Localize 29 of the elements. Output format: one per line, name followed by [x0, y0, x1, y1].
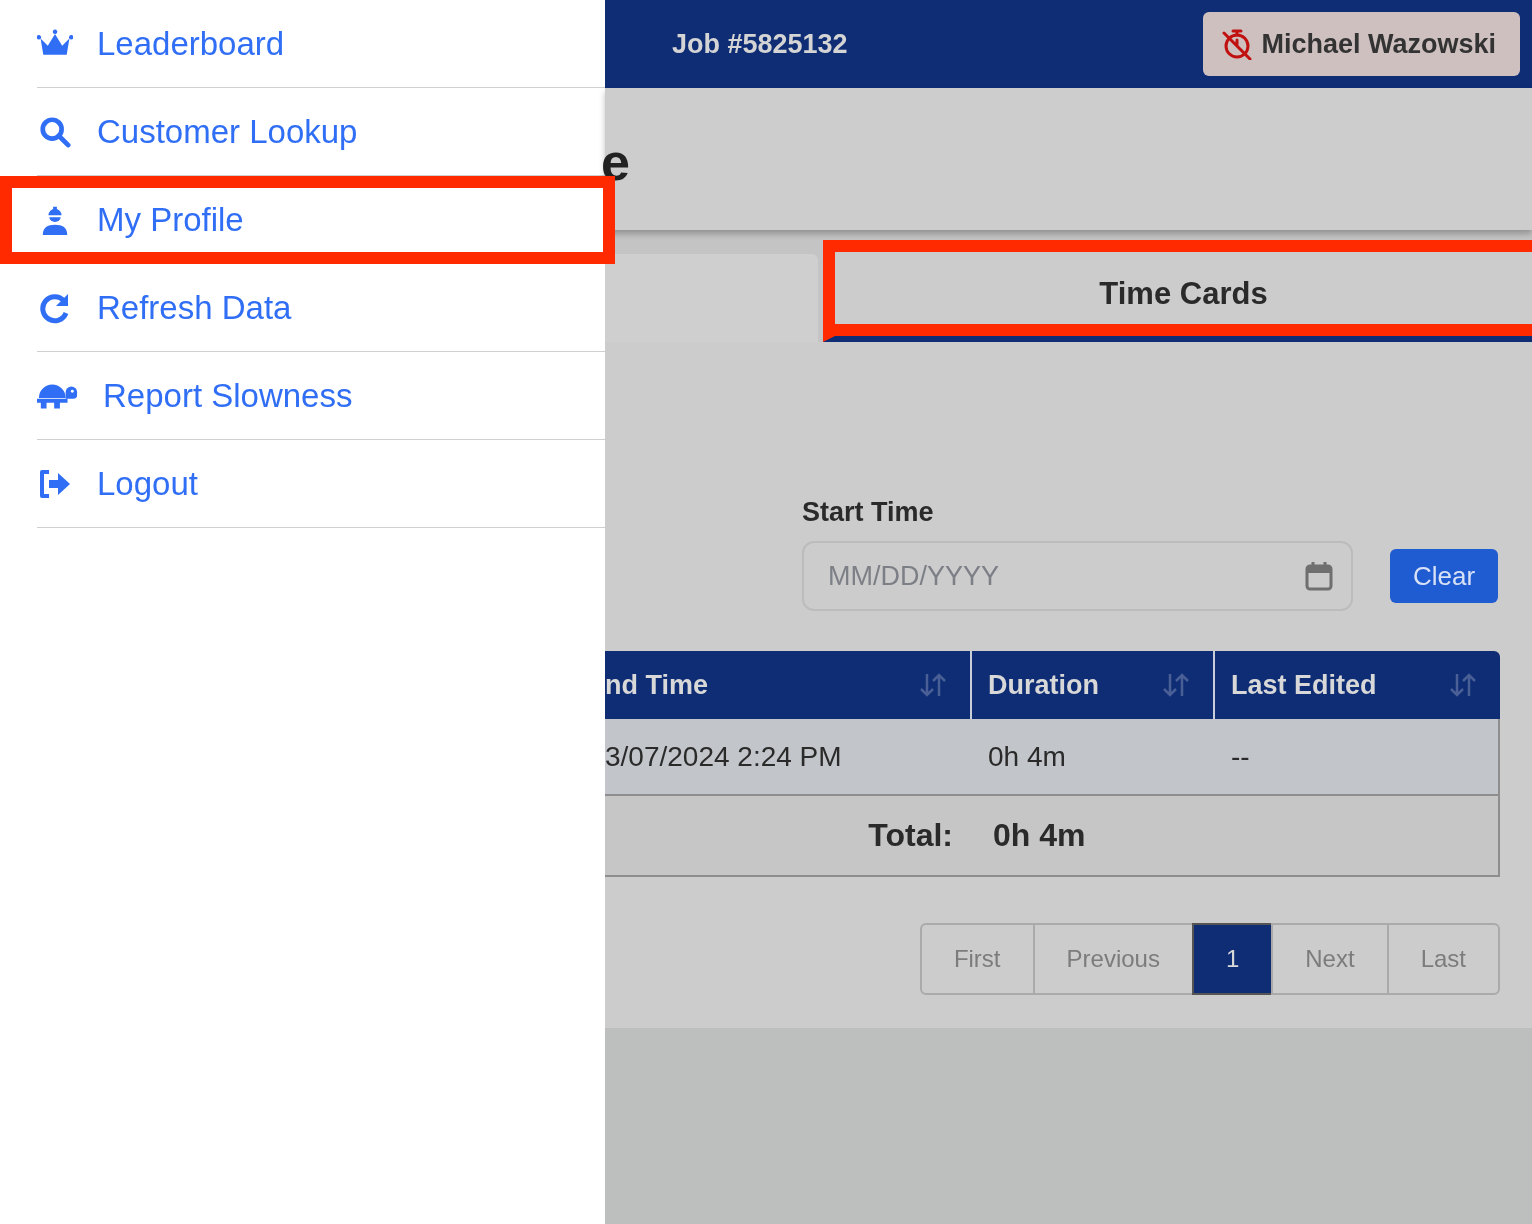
menu-item[interactable]: Leaderboard	[37, 0, 605, 88]
stopwatch-slash-icon	[1221, 28, 1254, 60]
menu-item[interactable]: Refresh Data	[37, 264, 605, 352]
total-label: Total:	[867, 817, 953, 854]
table-cell-text: 0h 4m	[987, 740, 1067, 773]
menu-item[interactable]: Report Slowness	[37, 352, 605, 440]
page-button[interactable]: First	[919, 923, 1035, 995]
table-cell-text: 3/07/2024 2:24 PM	[605, 740, 843, 773]
table-cell-text: --	[1230, 740, 1251, 773]
tab[interactable]	[605, 254, 818, 342]
search-icon	[37, 115, 73, 148]
page-button[interactable]: Next	[1271, 923, 1389, 995]
calendar-icon	[1305, 560, 1333, 592]
sort-icon	[1448, 671, 1478, 699]
tab[interactable]: Time Cards	[823, 240, 1532, 342]
menu-item[interactable]: My Profile	[0, 176, 615, 264]
menu-item[interactable]: Logout	[37, 440, 605, 528]
page-button[interactable]: Last	[1386, 923, 1500, 995]
page-button[interactable]: 1	[1191, 923, 1274, 995]
total-value: 0h 4m	[993, 817, 1086, 854]
clear-button[interactable]: Clear	[1390, 549, 1499, 603]
user-button[interactable]: Michael Wazowski	[1203, 12, 1520, 76]
field-label: Start Time	[802, 497, 934, 527]
date-field[interactable]: MM/DD/YYYY	[802, 541, 1353, 611]
sort-icon	[1161, 671, 1191, 699]
job-number: Job #5825132	[672, 28, 848, 60]
sort-icon	[918, 671, 948, 699]
page-button[interactable]: Previous	[1032, 923, 1194, 995]
column-header[interactable]: Last Edited	[1215, 651, 1500, 719]
